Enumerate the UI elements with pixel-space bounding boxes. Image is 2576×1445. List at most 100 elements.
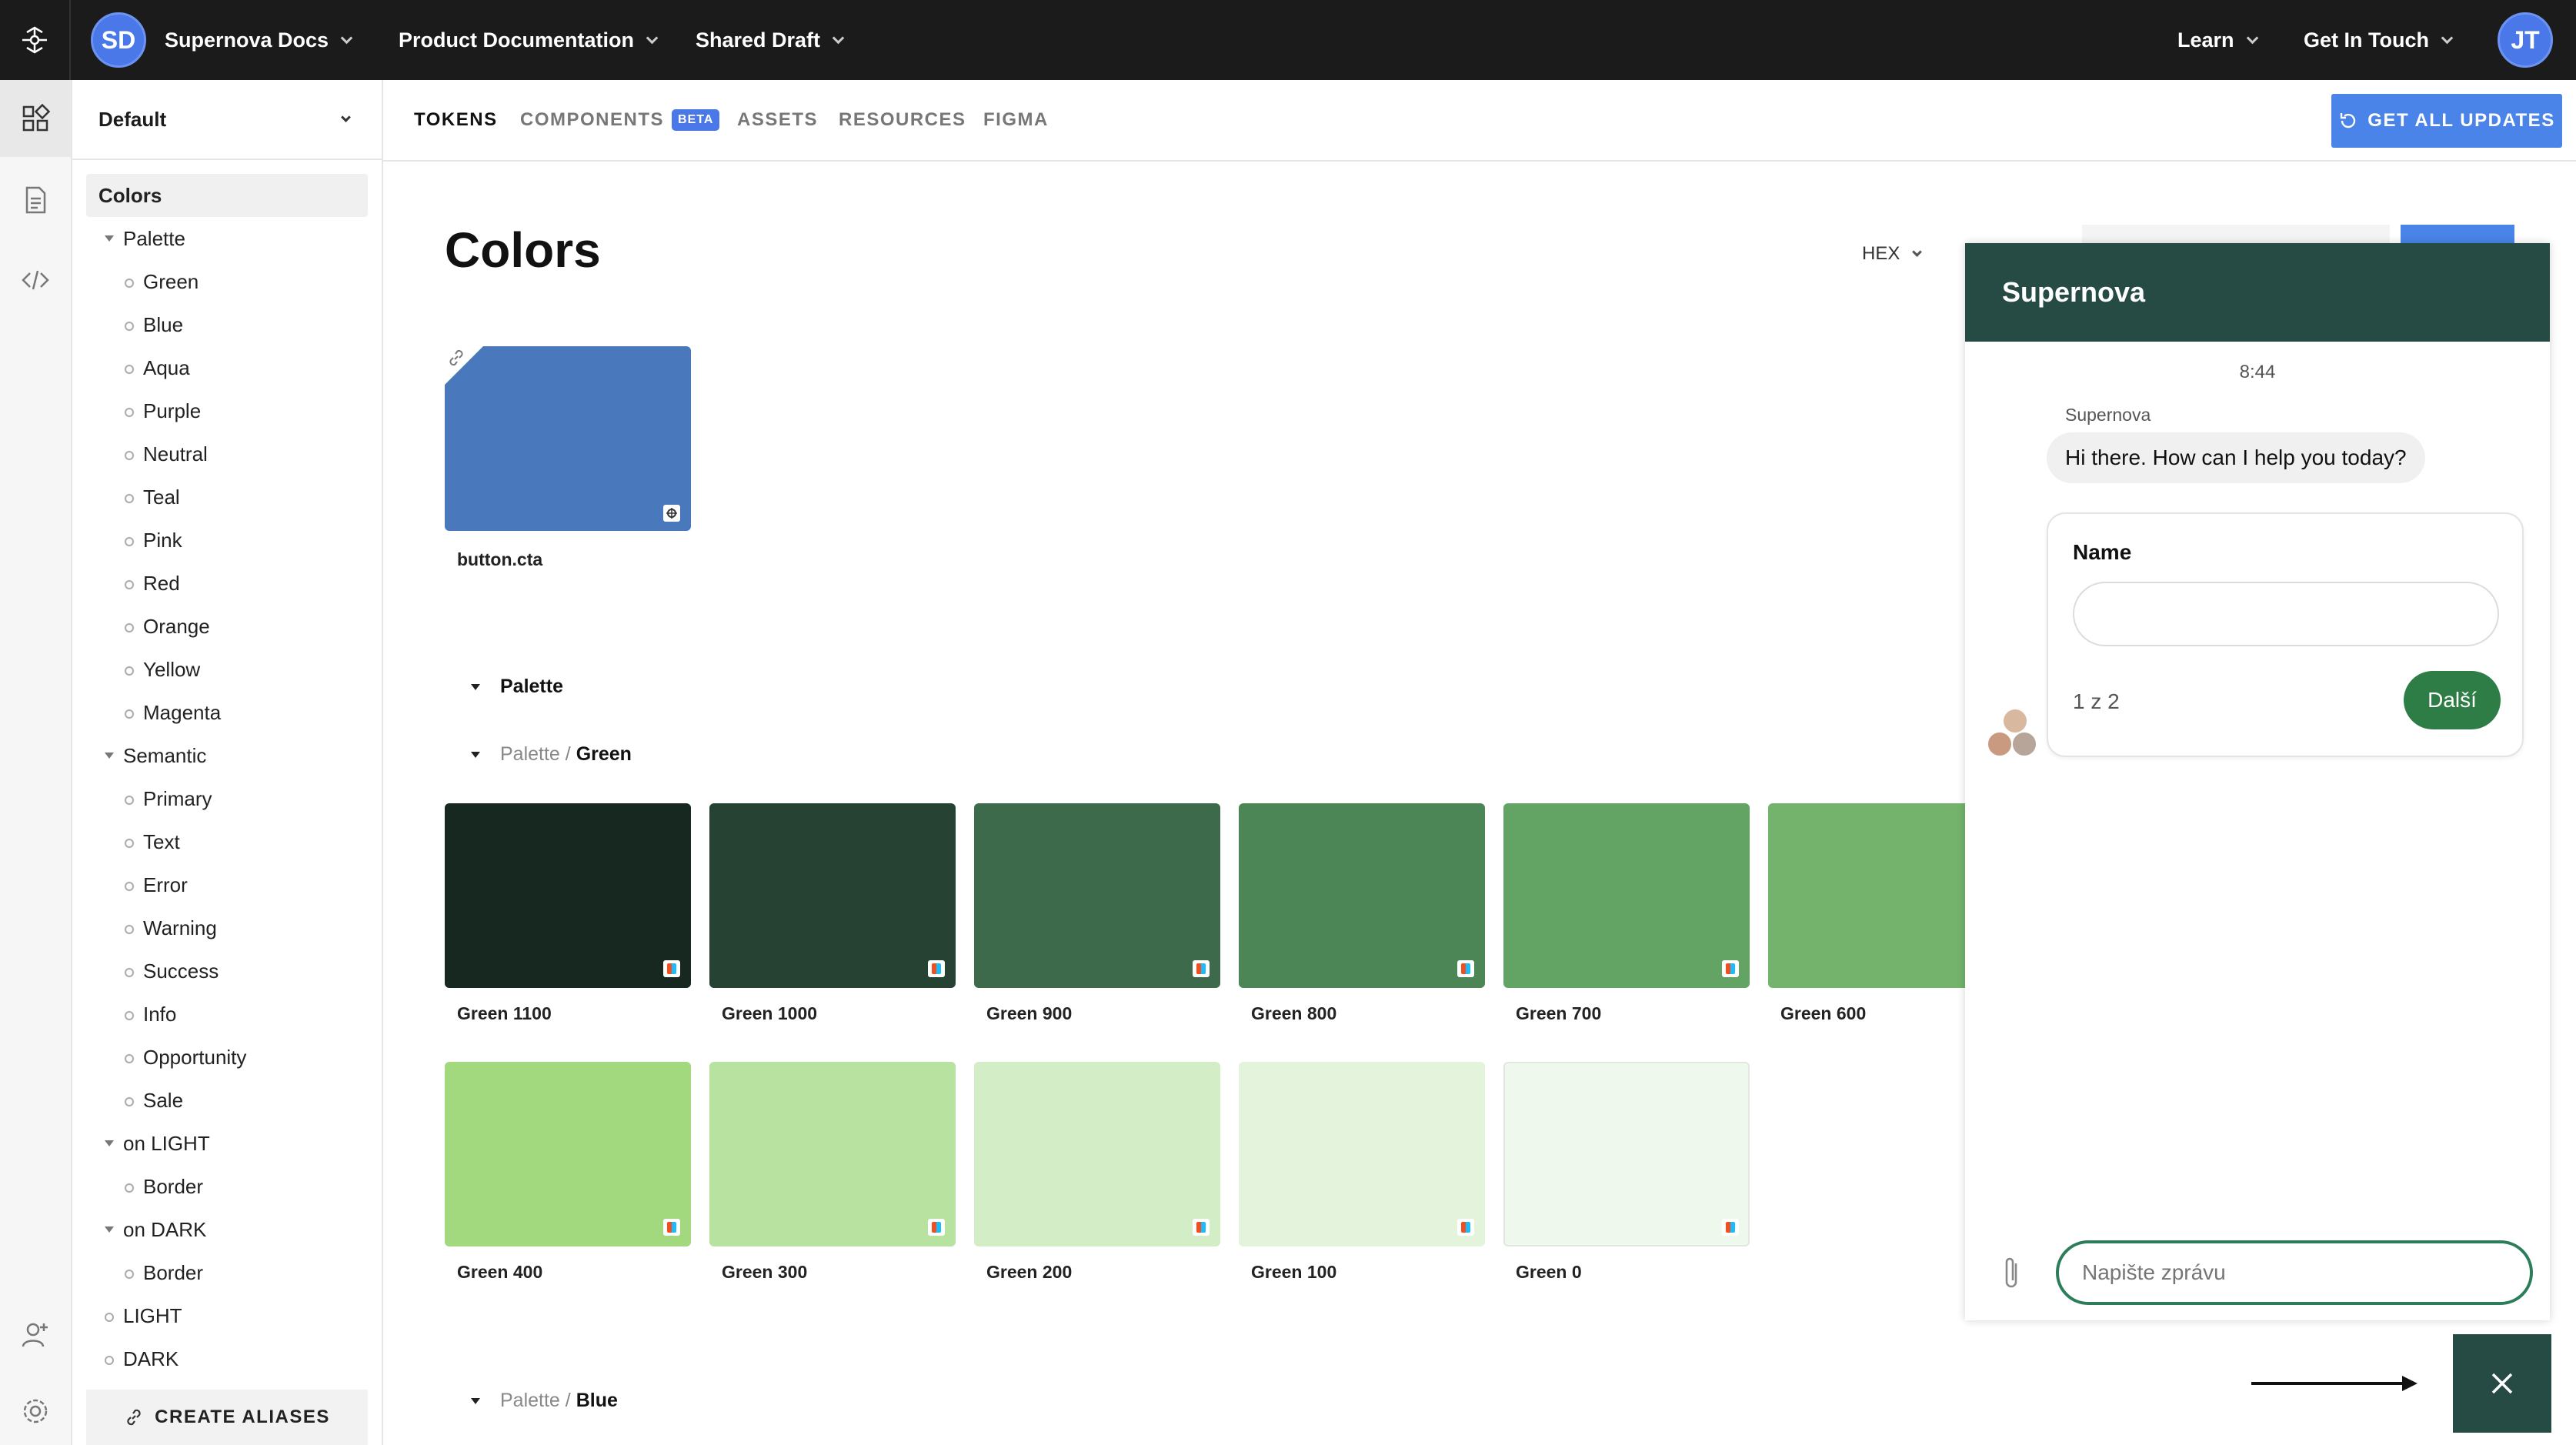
- chat-message-input[interactable]: [2056, 1240, 2533, 1305]
- sidebar-item-orange[interactable]: Orange: [86, 605, 368, 648]
- sidebar-item-sale[interactable]: Sale: [86, 1079, 368, 1122]
- sidebar-item-magenta[interactable]: Magenta: [86, 691, 368, 734]
- chat-timestamp: 8:44: [2239, 362, 2276, 382]
- rail-code-button[interactable]: [0, 242, 71, 319]
- workspace-avatar[interactable]: SD: [91, 12, 146, 68]
- swatch-label: Green 400: [457, 1262, 543, 1282]
- paperclip-icon[interactable]: [1999, 1254, 2025, 1293]
- swatch-label: Green 300: [722, 1262, 808, 1282]
- version-label: Default: [98, 107, 167, 131]
- beta-badge: BETA: [672, 109, 720, 131]
- sidebar-item-blue[interactable]: Blue: [86, 303, 368, 346]
- sidebar-item-info[interactable]: Info: [86, 993, 368, 1036]
- sidebar-item-success[interactable]: Success: [86, 949, 368, 993]
- color-format-label: HEX: [1862, 243, 1900, 264]
- sidebar-group-on-dark[interactable]: on DARK: [86, 1208, 368, 1251]
- rail-invite-button[interactable]: [0, 1296, 71, 1373]
- chevron-down-icon: [340, 32, 353, 44]
- color-swatch[interactable]: [974, 803, 1220, 988]
- chevron-down-icon: [832, 32, 845, 44]
- sidebar-item-warning[interactable]: Warning: [86, 906, 368, 949]
- color-swatch[interactable]: [709, 803, 956, 988]
- tab-tokens[interactable]: TOKENS: [414, 80, 498, 160]
- sidebar-item-red[interactable]: Red: [86, 562, 368, 605]
- chevron-down-icon: [646, 32, 659, 44]
- tab-components[interactable]: COMPONENTS BETA: [520, 80, 720, 160]
- sidebar-item-opportunity[interactable]: Opportunity: [86, 1036, 368, 1079]
- link-icon: [449, 349, 463, 366]
- swatch-label: Green 700: [1516, 1003, 1602, 1023]
- sidebar-item-primary[interactable]: Primary: [86, 777, 368, 820]
- user-avatar[interactable]: JT: [2498, 12, 2553, 68]
- swatch-label: Green 1100: [457, 1003, 552, 1023]
- swatch-label: Green 200: [986, 1262, 1073, 1282]
- chat-close-button[interactable]: [2453, 1334, 2551, 1433]
- sidebar-item-pink[interactable]: Pink: [86, 519, 368, 562]
- close-icon: [2491, 1373, 2513, 1394]
- get-all-updates-label: GET ALL UPDATES: [2367, 110, 2555, 131]
- swatch-button-cta[interactable]: [445, 346, 691, 531]
- arrow-head-icon: [2402, 1376, 2418, 1391]
- create-aliases-button[interactable]: CREATE ALIASES: [86, 1390, 368, 1445]
- contact-menu[interactable]: Get In Touch: [2304, 0, 2454, 80]
- form-step-counter: 1 z 2: [2073, 689, 2120, 713]
- supernova-logo[interactable]: [0, 0, 71, 80]
- rail-settings-button[interactable]: [0, 1373, 71, 1445]
- workspace-name: Supernova Docs: [165, 28, 329, 52]
- color-format-select[interactable]: HEX: [1862, 243, 1923, 265]
- chat-widget: Supernova 8:44 Supernova Hi there. How c…: [1965, 243, 2550, 1320]
- rail-tokens-button[interactable]: [0, 80, 71, 157]
- sidebar-item-purple[interactable]: Purple: [86, 389, 368, 432]
- swatch-label: Green 900: [986, 1003, 1073, 1023]
- sidebar-item-neutral[interactable]: Neutral: [86, 432, 368, 476]
- link-icon: [127, 1409, 141, 1426]
- name-label: Name: [2073, 540, 2132, 564]
- color-swatch[interactable]: [445, 1062, 691, 1246]
- left-rail: [0, 80, 72, 1445]
- sidebar-group-palette[interactable]: Palette: [86, 217, 368, 260]
- sidebar-item-teal[interactable]: Teal: [86, 476, 368, 519]
- rail-docs-button[interactable]: [0, 162, 71, 239]
- color-swatch[interactable]: [974, 1062, 1220, 1246]
- swatch-label: button.cta: [457, 549, 543, 569]
- tab-resources[interactable]: RESOURCES: [839, 80, 966, 160]
- color-swatch[interactable]: [709, 1062, 956, 1246]
- tab-figma[interactable]: FIGMA: [983, 80, 1049, 160]
- sidebar: Default Colors Palette Green Blue Aqua P…: [72, 80, 383, 1445]
- sidebar-item-error[interactable]: Error: [86, 863, 368, 906]
- breadcrumb-separator: /: [565, 743, 571, 765]
- sidebar-item-text[interactable]: Text: [86, 820, 368, 863]
- color-swatch[interactable]: [1503, 1062, 1750, 1246]
- sidebar-group-semantic[interactable]: Semantic: [86, 734, 368, 777]
- palette-section-toggle[interactable]: Palette: [471, 676, 563, 698]
- sidebar-group-on-light[interactable]: on LIGHT: [86, 1122, 368, 1165]
- color-swatch[interactable]: [445, 803, 691, 988]
- sidebar-item-colors[interactable]: Colors: [86, 174, 368, 217]
- learn-label: Learn: [2177, 28, 2234, 52]
- draft-switcher[interactable]: Shared Draft: [696, 0, 845, 80]
- green-section-toggle[interactable]: Palette / Green: [471, 743, 632, 766]
- next-button[interactable]: Další: [2404, 671, 2501, 729]
- sidebar-item-green[interactable]: Green: [86, 260, 368, 303]
- sidebar-item-aqua[interactable]: Aqua: [86, 346, 368, 389]
- version-select[interactable]: Default: [72, 80, 382, 160]
- sidebar-item-yellow[interactable]: Yellow: [86, 648, 368, 691]
- background-button: [2401, 225, 2514, 243]
- blue-section-toggle[interactable]: Palette / Blue: [471, 1390, 618, 1412]
- create-aliases-label: CREATE ALIASES: [155, 1407, 330, 1427]
- get-all-updates-button[interactable]: GET ALL UPDATES: [2331, 94, 2562, 148]
- draft-name: Shared Draft: [696, 28, 821, 52]
- sidebar-item-border-dark[interactable]: Border: [86, 1251, 368, 1294]
- color-swatch[interactable]: [1239, 1062, 1485, 1246]
- workspace-switcher[interactable]: Supernova Docs: [165, 0, 353, 80]
- color-swatch[interactable]: [1239, 803, 1485, 988]
- sidebar-item-dark[interactable]: DARK: [86, 1337, 368, 1380]
- figma-icon: [1722, 960, 1739, 977]
- color-swatch[interactable]: [1503, 803, 1750, 988]
- name-field[interactable]: [2073, 582, 2499, 646]
- sidebar-item-border-light[interactable]: Border: [86, 1165, 368, 1208]
- tab-assets[interactable]: ASSETS: [737, 80, 818, 160]
- documentation-switcher[interactable]: Product Documentation: [399, 0, 659, 80]
- sidebar-item-light[interactable]: LIGHT: [86, 1294, 368, 1337]
- learn-menu[interactable]: Learn: [2177, 0, 2258, 80]
